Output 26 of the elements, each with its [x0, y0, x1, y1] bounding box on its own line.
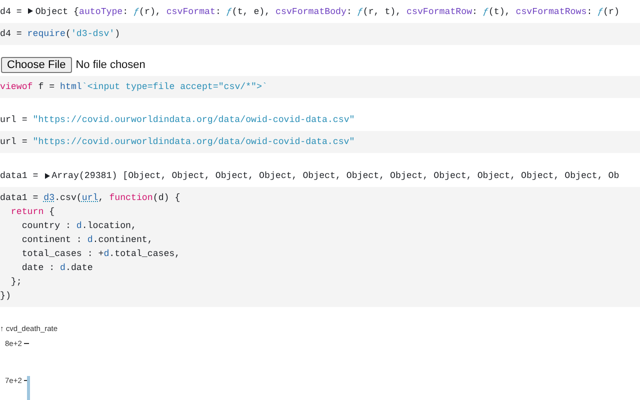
- code-line: return {: [10, 204, 56, 219]
- cell-name: url =: [0, 114, 28, 126]
- cell-name: data1 =: [0, 170, 40, 182]
- code-cell[interactable]: url = "https://covid.ourworldindata.org/data/owid-covid-data.csv": [0, 131, 640, 154]
- code-line: country : d.location,: [20, 218, 138, 233]
- code-line: viewof f = html`<input type=file accept="csv/*">`: [0, 80, 268, 94]
- tick-mark: [24, 342, 29, 344]
- cell-output: "https://covid.ourworldindata.org/data/owid-covid-data.csv": [32, 114, 355, 126]
- cell-name: d4 =: [0, 6, 23, 17]
- code-line: continent : d.continent,: [20, 232, 154, 247]
- cell-output: Object {autoType: ƒ(r), csvFormat: ƒ(t, e), csvFormatBody: ƒ(r, t), csvFormatRow: ƒ(t), csvFormatRows: ƒ(r): [35, 6, 620, 17]
- code-line: total_cases : +d.total_cases,: [20, 246, 182, 261]
- code-line: }): [0, 288, 12, 303]
- expand-triangle-icon[interactable]: [44, 172, 50, 179]
- choose-file-button[interactable]: Choose File: [1, 56, 72, 73]
- code-line: d4 = require('d3-dsv'): [0, 26, 122, 41]
- code-line: };: [10, 274, 23, 289]
- code-line: date : d.date: [20, 260, 94, 275]
- file-status: No file chosen: [76, 58, 146, 71]
- cell-output: Array(29381) [Object, Object, Object, Object, Object, Object, Object, Object, Object, Object, Object, Ob: [52, 170, 620, 182]
- code-line: data1 = d3.csv(url, function(d) {: [0, 190, 182, 205]
- code-cell[interactable]: d4 = require('d3-dsv'): [0, 22, 640, 45]
- code-line: url = "https://covid.ourworldindata.org/data/owid-covid-data.csv": [0, 135, 356, 150]
- expand-triangle-icon[interactable]: [28, 8, 34, 14]
- code-cell[interactable]: viewof f = html`<input type=file accept="csv/*">`: [0, 76, 640, 98]
- code-cell[interactable]: data1 = d3.csv(url, function(d) { return { country : d.location, continent : d.continent, total_cases : +d.total_cases, date : d.date }; }): [0, 186, 640, 307]
